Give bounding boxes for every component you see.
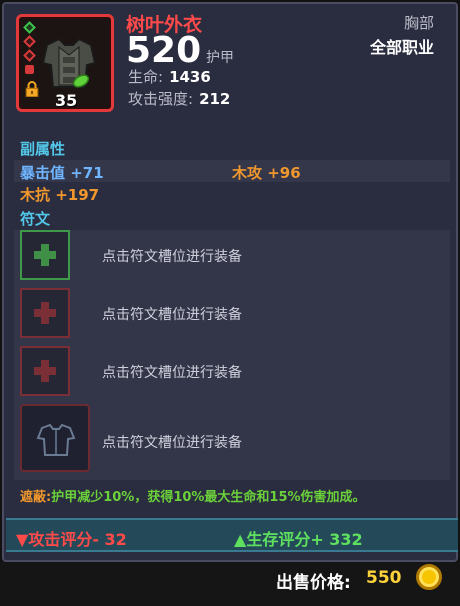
armor-label: 护甲	[206, 50, 234, 66]
rune-slot-armor[interactable]	[20, 404, 90, 472]
rune-slot[interactable]	[20, 288, 70, 338]
stat-health: 生命: 1436	[128, 66, 211, 87]
sub-attribute: 暴击值 +71	[20, 164, 104, 182]
stat-value: 212	[199, 90, 231, 108]
runes-title: 符文	[20, 210, 51, 228]
item-icon-frame[interactable]: 35	[16, 14, 114, 112]
sub-attribute: 木攻 +96	[232, 164, 301, 182]
plus-icon	[34, 360, 56, 382]
sell-price-value: 550	[366, 568, 402, 588]
attack-score: ▼攻击评分- 32	[16, 526, 127, 550]
stat-attack-power: 攻击强度: 212	[128, 88, 230, 109]
item-level: 35	[55, 91, 78, 110]
stat-label: 攻击强度:	[128, 90, 194, 108]
armor-outline-icon	[36, 424, 76, 456]
rune-slot-hint: 点击符文槽位进行装备	[102, 249, 242, 265]
green-gem-icon	[23, 21, 36, 34]
rune-slot[interactable]	[20, 230, 70, 280]
score-bar: ▼攻击评分- 32 ▲生存评分+ 332	[6, 518, 458, 552]
equipment-slot: 胸部	[403, 14, 434, 32]
stat-value: 1436	[169, 68, 211, 86]
rune-slot-hint: 点击符文槽位进行装备	[102, 365, 242, 381]
item-tooltip-panel: 35 树叶外衣 520 护甲 胸部 全部职业 生命: 1436 攻击强度: 212 …	[2, 2, 458, 562]
effect-text: 护甲减少10%，获得10%最大生命和15%伤害加成。	[51, 490, 366, 505]
survival-score-text: 生存评分+ 332	[246, 530, 363, 549]
effect-label: 遮蔽:	[20, 490, 52, 505]
rune-slot-hint: 点击符文槽位进行装备	[102, 307, 242, 323]
sub-attribute: 木抗 +197	[20, 186, 100, 204]
sell-price-label: 出售价格:	[276, 573, 351, 593]
plus-icon	[34, 244, 56, 266]
set-effect: 遮蔽:护甲减少10%，获得10%最大生命和15%伤害加成。	[20, 486, 366, 505]
plus-icon	[34, 302, 56, 324]
class-restriction: 全部职业	[369, 38, 434, 57]
attack-score-text: 攻击评分- 32	[28, 530, 127, 549]
survival-score: ▲生存评分+ 332	[234, 526, 363, 550]
rune-slots-area: 点击符文槽位进行装备 点击符文槽位进行装备 点击符文槽位进行装备 点击符文槽位进…	[14, 230, 450, 480]
down-triangle-icon: ▼	[16, 530, 29, 549]
up-triangle-icon: ▲	[234, 530, 247, 549]
red-socket-icon	[25, 65, 34, 74]
rune-slot[interactable]	[20, 346, 70, 396]
sell-footer: 出售价格: 550	[0, 562, 460, 606]
gold-coin-icon	[416, 564, 442, 590]
red-gem-icon	[23, 49, 36, 62]
sub-attributes-title: 副属性	[20, 140, 66, 158]
leaf-coat-armor-icon	[41, 37, 97, 88]
stat-label: 生命:	[128, 68, 164, 86]
armor-value: 520	[126, 30, 202, 71]
red-gem-icon	[23, 35, 36, 48]
rune-slot-hint: 点击符文槽位进行装备	[102, 435, 242, 451]
socket-gems	[23, 21, 37, 79]
